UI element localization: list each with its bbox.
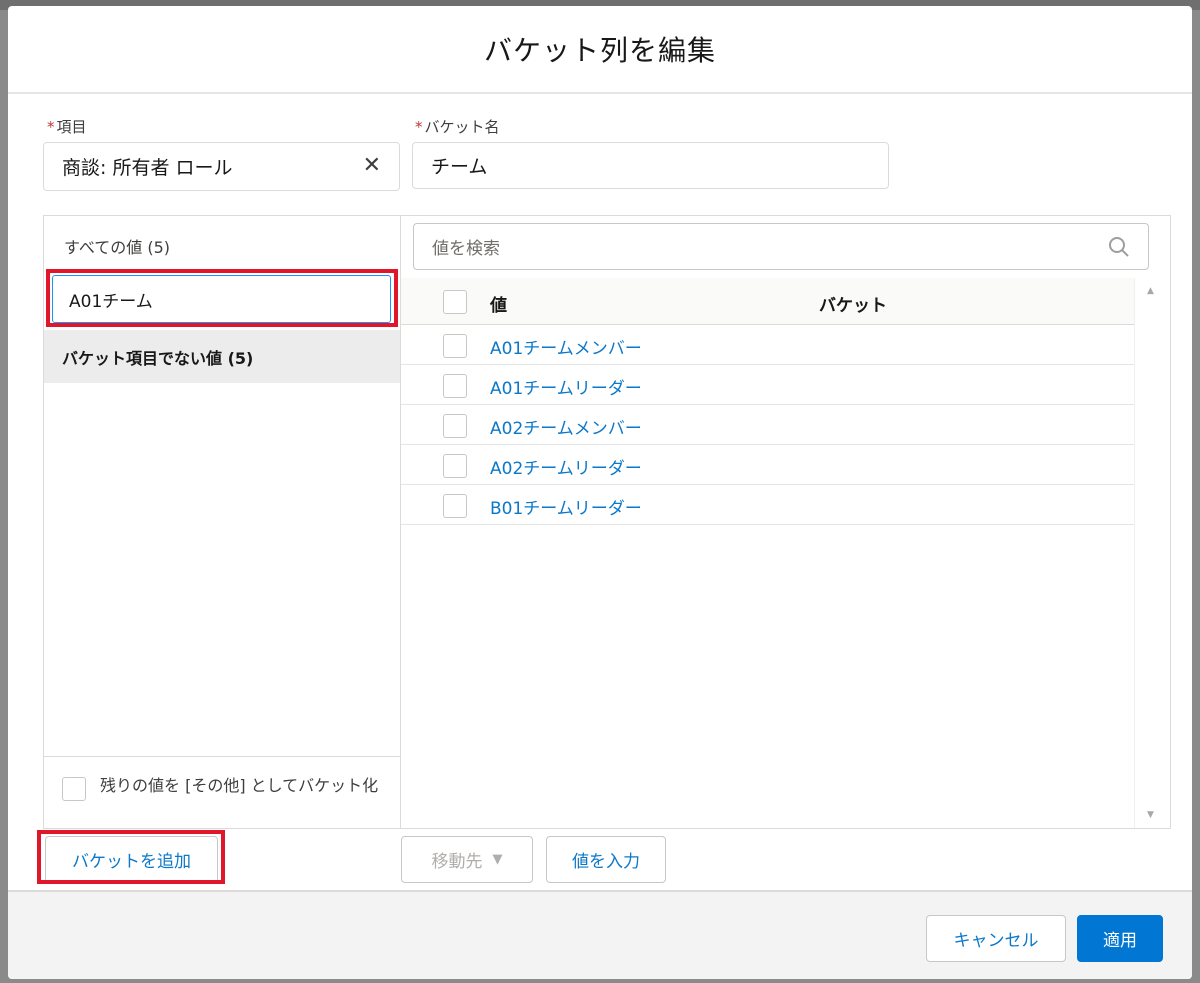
modal-header: バケット列を編集 bbox=[8, 6, 1192, 94]
column-header-bucket: バケット bbox=[819, 296, 887, 316]
scroll-up-icon[interactable]: ▲ bbox=[1147, 286, 1154, 296]
bucket-name-field[interactable]: チーム bbox=[412, 142, 889, 189]
item-field-value: 商談: 所有者 ロール bbox=[62, 157, 233, 179]
remaining-values-option: 残りの値を [その他] としてバケット化 bbox=[44, 756, 400, 828]
edit-bucket-column-modal: バケット列を編集 * 項目 商談: 所有者 ロール ✕ * バケット名 チーム すべ… bbox=[8, 6, 1192, 979]
move-to-label: 移動先 bbox=[431, 852, 483, 872]
table-row: A02チームメンバー bbox=[401, 405, 1134, 445]
modal-title: バケット列を編集 bbox=[483, 34, 716, 67]
bucket-list: すべての値 (5) A01チーム バケット項目でない値 (5) 残りの値を [そ… bbox=[44, 216, 401, 828]
cancel-button[interactable]: キャンセル bbox=[926, 915, 1066, 962]
modal-footer: キャンセル 適用 bbox=[8, 890, 1192, 979]
row-value-link[interactable]: A02チームリーダー bbox=[490, 454, 642, 479]
enter-value-button[interactable]: 値を入力 bbox=[546, 836, 666, 883]
item-label: * 項目 bbox=[47, 116, 87, 137]
search-icon bbox=[1109, 237, 1129, 257]
select-all-checkbox[interactable] bbox=[443, 290, 467, 314]
item-field[interactable]: 商談: 所有者 ロール ✕ bbox=[43, 142, 400, 191]
search-placeholder: 値を検索 bbox=[432, 239, 500, 259]
bucket-name-label-text: バケット名 bbox=[424, 118, 500, 136]
row-value-link[interactable]: A01チームメンバー bbox=[490, 334, 642, 359]
apply-button[interactable]: 適用 bbox=[1077, 915, 1163, 962]
row-checkbox[interactable] bbox=[443, 374, 467, 398]
required-mark: * bbox=[415, 118, 423, 136]
bucket-name-input[interactable]: A01チーム bbox=[52, 275, 391, 323]
non-bucket-values-item[interactable]: バケット項目でない値 (5) bbox=[44, 330, 400, 383]
row-value-link[interactable]: B01チームリーダー bbox=[490, 494, 642, 519]
table-row: B01チームリーダー bbox=[401, 485, 1134, 525]
chevron-down-icon: ▼ bbox=[492, 852, 503, 867]
bucket-panel: すべての値 (5) A01チーム バケット項目でない値 (5) 残りの値を [そ… bbox=[43, 215, 1171, 829]
column-header-value: 値 bbox=[490, 296, 507, 316]
row-checkbox[interactable] bbox=[443, 334, 467, 358]
row-checkbox[interactable] bbox=[443, 414, 467, 438]
table-row: A01チームメンバー bbox=[401, 325, 1134, 365]
item-label-text: 項目 bbox=[56, 118, 87, 136]
values-table-area: 値を検索 値 バケット A01チームメンバー A01チームリーダー A02チーム… bbox=[401, 216, 1170, 828]
bucket-name-value: チーム bbox=[431, 156, 488, 178]
row-value-link[interactable]: A02チームメンバー bbox=[490, 414, 642, 439]
required-mark: * bbox=[47, 118, 55, 136]
scroll-down-icon[interactable]: ▼ bbox=[1147, 810, 1154, 820]
table-header: 値 バケット bbox=[401, 278, 1134, 325]
table-row: A02チームリーダー bbox=[401, 445, 1134, 485]
table-scrollbar[interactable]: ▲ ▼ bbox=[1134, 278, 1168, 828]
table-row: A01チームリーダー bbox=[401, 365, 1134, 405]
remaining-values-label: 残りの値を [その他] としてバケット化 bbox=[100, 776, 379, 795]
row-value-link[interactable]: A01チームリーダー bbox=[490, 374, 642, 399]
all-values-item[interactable]: すべての値 (5) bbox=[64, 234, 170, 258]
bucket-name-label: * バケット名 bbox=[415, 116, 500, 137]
move-to-button[interactable]: 移動先 ▼ bbox=[401, 836, 533, 883]
row-checkbox[interactable] bbox=[443, 454, 467, 478]
add-bucket-button[interactable]: バケットを追加 bbox=[45, 836, 218, 883]
row-checkbox[interactable] bbox=[443, 494, 467, 518]
clear-icon[interactable]: ✕ bbox=[363, 153, 381, 178]
value-search-input[interactable]: 値を検索 bbox=[413, 223, 1149, 270]
